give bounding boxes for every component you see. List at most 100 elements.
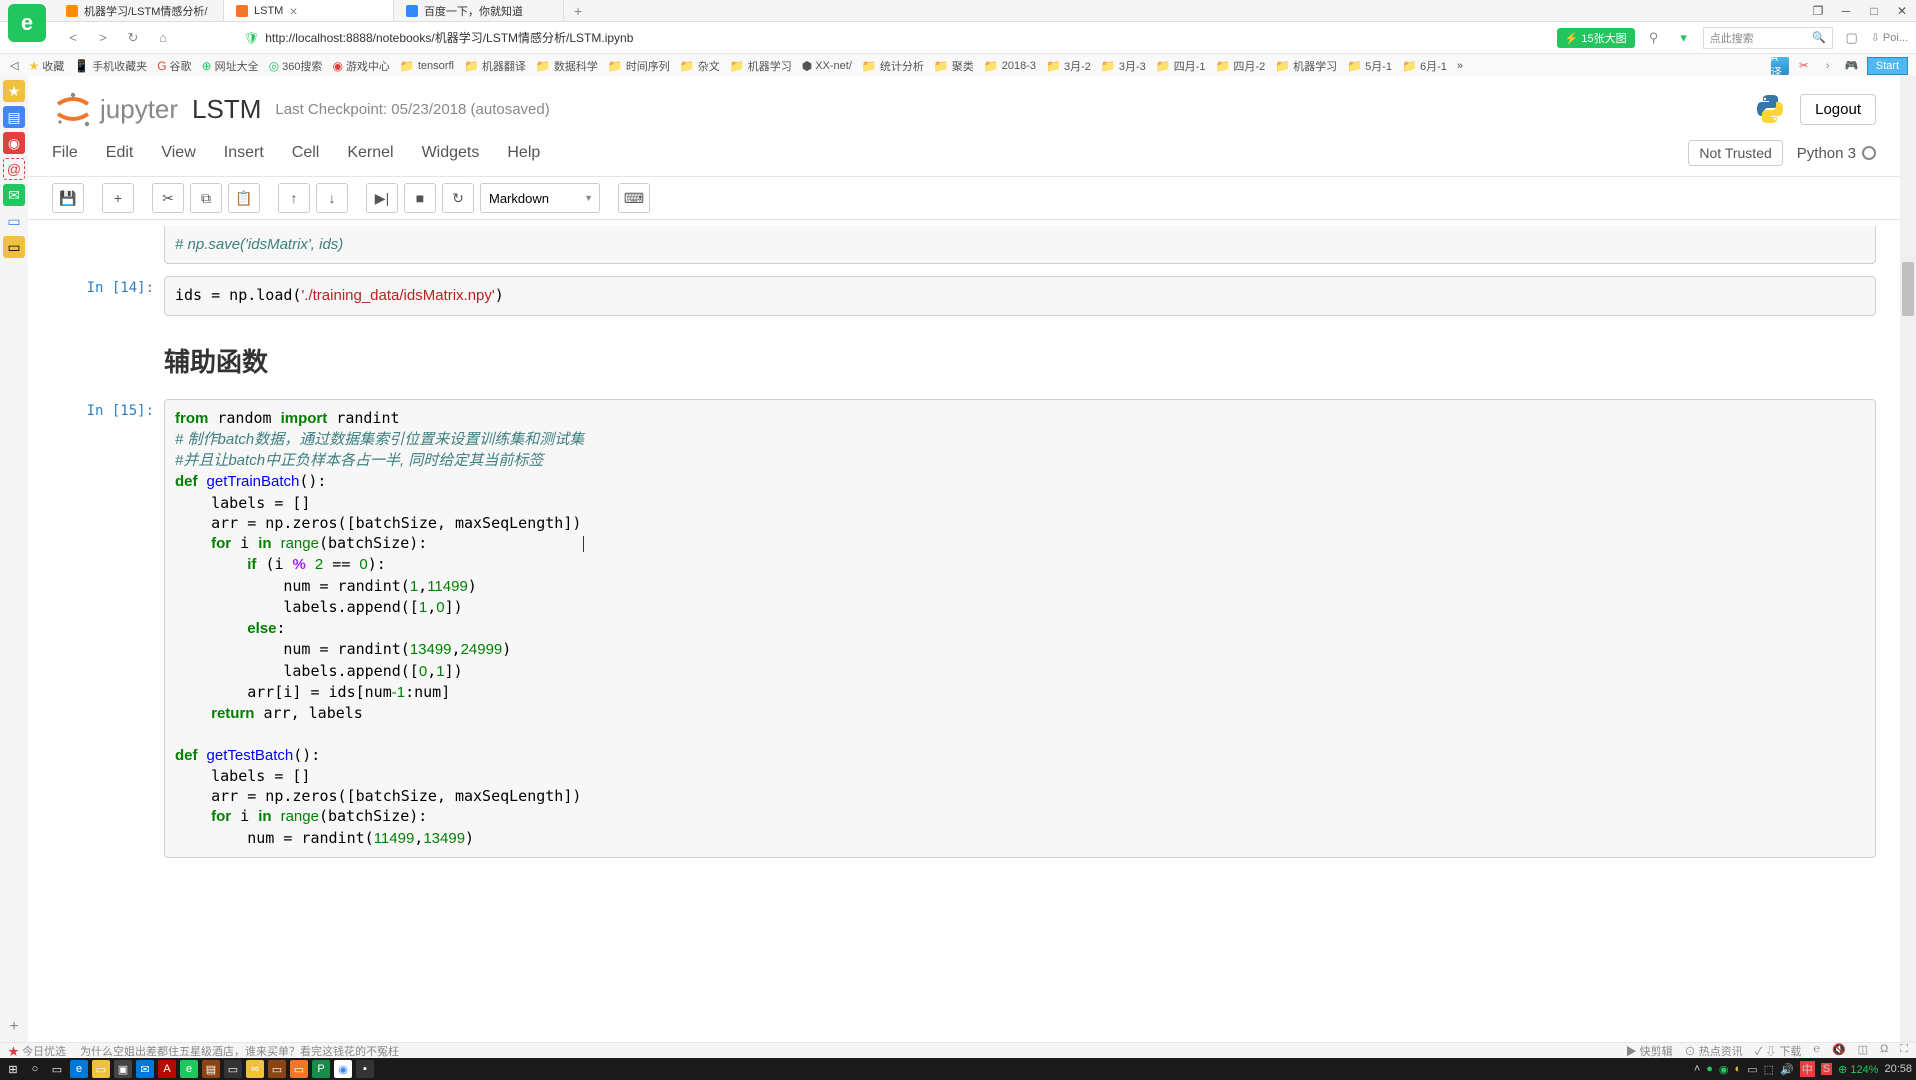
start-button[interactable]: Start (1867, 57, 1908, 75)
share-icon[interactable]: ⚲ (1643, 27, 1665, 49)
browser-task-icon[interactable]: e (180, 1060, 198, 1078)
tray-up-icon[interactable]: ˄ (1694, 1063, 1700, 1075)
run-button[interactable]: ▶| (366, 183, 398, 213)
side-star-icon[interactable]: ★ (3, 80, 25, 102)
app2-icon[interactable]: ▭ (224, 1060, 242, 1078)
window-minimize-icon[interactable]: ─ (1832, 0, 1860, 22)
adobe-icon[interactable]: A (158, 1060, 176, 1078)
start-menu-icon[interactable]: ⊞ (4, 1060, 22, 1078)
tray-input-icon[interactable]: S (1821, 1063, 1832, 1075)
status-hot[interactable]: ⊙ 热点资讯 (1685, 1043, 1743, 1059)
bm-mt[interactable]: 📁机器翻译 (462, 58, 528, 74)
ext-cut-icon[interactable]: ✂ (1795, 57, 1813, 75)
status-net-icon[interactable]: ◫ (1858, 1043, 1868, 1059)
code-editor[interactable]: from random import randint # 制作batch数据，通… (164, 399, 1876, 858)
chrome-icon[interactable]: ◉ (334, 1060, 352, 1078)
back-button[interactable]: < (62, 27, 84, 49)
status-news[interactable]: 为什么空姐出差都住五星级酒店，谁来买单？看完这钱花的不冤枉 (80, 1043, 399, 1059)
tray-i2-icon[interactable]: ◉ (1719, 1063, 1729, 1076)
tray-ime-icon[interactable]: 中 (1800, 1061, 1815, 1077)
bm-fav[interactable]: ★收藏 (26, 58, 66, 74)
side-wechat-icon[interactable]: ✉ (3, 184, 25, 206)
bm-xxnet[interactable]: ⬢XX-net/ (800, 59, 854, 73)
status-today[interactable]: ★ 今日优选 (8, 1043, 66, 1059)
paste-button[interactable]: 📋 (228, 183, 260, 213)
tray-time[interactable]: 20:58 (1884, 1063, 1912, 1075)
copy-button[interactable]: ⧉ (190, 183, 222, 213)
app3-icon[interactable]: ▭ (268, 1060, 286, 1078)
bm-misc[interactable]: 📁杂文 (678, 58, 722, 74)
move-down-button[interactable]: ↓ (316, 183, 348, 213)
bm-cluster[interactable]: 📁聚类 (932, 58, 976, 74)
ext-arrow-icon[interactable]: › (1819, 57, 1837, 75)
search-input[interactable]: 点此搜索 🔍 (1703, 27, 1833, 49)
bm-5-1[interactable]: 📁5月-1 (1345, 58, 1394, 74)
bm-3-3[interactable]: 📁3月-3 (1099, 58, 1148, 74)
app4-icon[interactable]: ▭ (290, 1060, 308, 1078)
menu-kernel[interactable]: Kernel (347, 144, 393, 162)
new-tab-button[interactable]: + (564, 3, 592, 19)
image-badge[interactable]: ⚡ 15张大图 (1557, 28, 1635, 48)
tray-i4-icon[interactable]: ▭ (1747, 1063, 1757, 1076)
add-cell-button[interactable]: + (102, 183, 134, 213)
window-maximize-icon[interactable]: □ (1860, 0, 1888, 22)
mail-icon[interactable]: ✉ (136, 1060, 154, 1078)
bm-expand[interactable]: ◁ (8, 59, 20, 72)
store-icon[interactable]: ▣ (114, 1060, 132, 1078)
download-indicator[interactable]: ⇩ Poi... (1871, 31, 1908, 44)
bm-ts[interactable]: 📁时间序列 (606, 58, 672, 74)
tab-baidu[interactable]: 百度一下，你就知道 (394, 0, 564, 21)
tray-i1-icon[interactable]: ● (1706, 1063, 1713, 1075)
status-dl[interactable]: ✓ ⇩ 下载 (1755, 1043, 1802, 1059)
markdown-cell[interactable]: 辅助函数 (52, 328, 1876, 387)
status-zoom-icon[interactable]: Ω (1880, 1043, 1888, 1059)
status-full-icon[interactable]: ⛶ (1900, 1043, 1908, 1059)
menu-file[interactable]: File (52, 144, 78, 162)
restart-button[interactable]: ↻ (442, 183, 474, 213)
ext-box-icon[interactable]: ▢ (1841, 27, 1863, 49)
status-e[interactable]: ℮ (1813, 1043, 1820, 1059)
tray-zoom[interactable]: ⊕ 124% (1838, 1063, 1878, 1076)
terminal-icon[interactable]: ▪ (356, 1060, 374, 1078)
kernel-indicator[interactable]: Python 3 (1797, 145, 1876, 162)
search-icon[interactable]: 🔍 (1812, 31, 1826, 44)
menu-edit[interactable]: Edit (106, 144, 134, 162)
dropdown-icon[interactable]: ▾ (1673, 27, 1695, 49)
code-editor[interactable]: ids = np.load('./training_data/idsMatrix… (164, 276, 1876, 315)
menu-cell[interactable]: Cell (292, 144, 320, 162)
cortana-icon[interactable]: ○ (26, 1060, 44, 1078)
home-button[interactable]: ⌂ (152, 27, 174, 49)
move-up-button[interactable]: ↑ (278, 183, 310, 213)
bm-ml2[interactable]: 📁机器学习 (1273, 58, 1339, 74)
ext-game-icon[interactable]: 🎮 (1843, 57, 1861, 75)
scroll-thumb[interactable] (1902, 262, 1914, 316)
tray-net-icon[interactable]: ⬚ (1764, 1063, 1774, 1076)
side-add-icon[interactable]: + (9, 1018, 18, 1036)
menu-widgets[interactable]: Widgets (422, 144, 480, 162)
tab-lstm-active[interactable]: LSTM× (224, 0, 394, 21)
tab-lstm-analysis[interactable]: 机器学习/LSTM情感分析/ (54, 0, 224, 21)
side-doc-icon[interactable]: ▭ (3, 210, 25, 232)
bm-google[interactable]: G谷歌 (155, 58, 193, 74)
taskview-icon[interactable]: ▭ (48, 1060, 66, 1078)
logout-button[interactable]: Logout (1800, 94, 1876, 125)
bm-3-2[interactable]: 📁3月-2 (1044, 58, 1093, 74)
not-trusted-button[interactable]: Not Trusted (1688, 140, 1782, 166)
bm-6-1[interactable]: 📁6月-1 (1400, 58, 1449, 74)
code-cell-14[interactable]: In [14]: ids = np.load('./training_data/… (52, 276, 1876, 315)
tray-vol-icon[interactable]: 🔊 (1780, 1063, 1794, 1076)
bm-4-2[interactable]: 📁四月-2 (1213, 58, 1267, 74)
bm-mobile[interactable]: 📱手机收藏夹 (72, 58, 149, 74)
explorer-icon[interactable]: ▭ (92, 1060, 110, 1078)
window-close-icon[interactable]: ✕ (1888, 0, 1916, 22)
code-cell-partial[interactable]: # np.save('idsMatrix', ids) (52, 226, 1876, 264)
stop-button[interactable]: ■ (404, 183, 436, 213)
command-palette-button[interactable]: ⌨ (618, 183, 650, 213)
jupyter-logo[interactable]: jupyter (52, 88, 178, 130)
close-tab-icon[interactable]: × (289, 3, 297, 19)
page-scrollbar[interactable] (1900, 76, 1916, 1042)
side-note-icon[interactable]: ▭ (3, 236, 25, 258)
colab-icon[interactable]: ∞ (246, 1060, 264, 1078)
side-calendar-icon[interactable]: ▤ (3, 106, 25, 128)
status-clip[interactable]: ▶ 快剪辑 (1626, 1043, 1673, 1059)
